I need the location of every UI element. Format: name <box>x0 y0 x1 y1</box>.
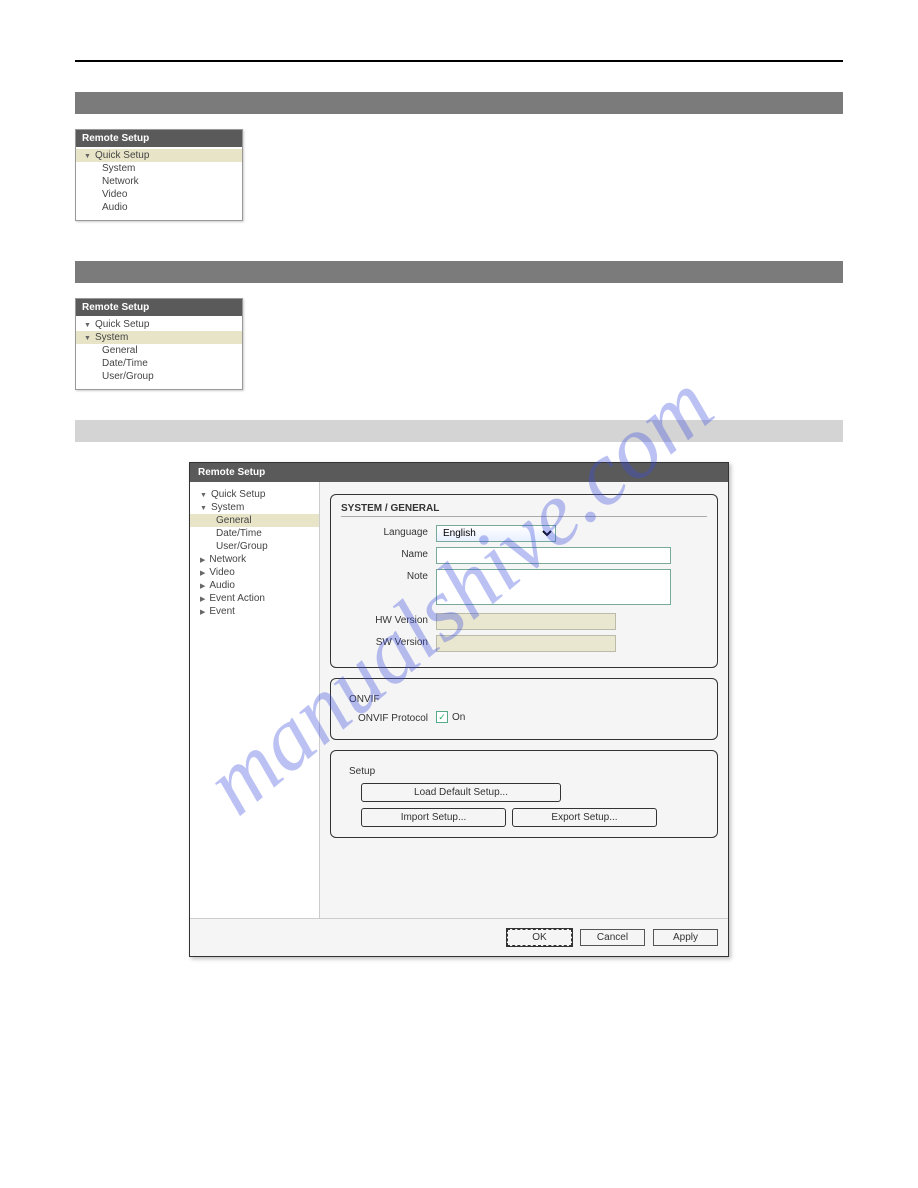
setup-fieldset: Setup Load Default Setup... Import Setup… <box>330 750 718 838</box>
label: Network <box>209 554 246 565</box>
dialog-footer: OK Cancel Apply <box>190 918 728 956</box>
tree-root-quick-setup[interactable]: Quick Setup <box>76 149 242 162</box>
note-textarea[interactable] <box>436 569 671 605</box>
dialog-header: Remote Setup <box>190 463 728 482</box>
label-name: Name <box>341 547 436 560</box>
sw-version-field <box>436 635 616 652</box>
sidebar-video[interactable]: Video <box>190 566 319 579</box>
section-bar-3 <box>75 420 843 442</box>
general-fieldset: SYSTEM / GENERAL Language English Name N… <box>330 494 718 668</box>
import-setup-button[interactable]: Import Setup... <box>361 808 506 827</box>
tree-item-general[interactable]: General <box>76 344 242 357</box>
ok-button[interactable]: OK <box>507 929 572 946</box>
sidebar-system[interactable]: System <box>190 501 319 514</box>
tree-item-system[interactable]: System <box>76 162 242 175</box>
sidebar-audio[interactable]: Audio <box>190 579 319 592</box>
tree-root-label: Quick Setup <box>95 150 149 161</box>
tree-system[interactable]: System <box>76 331 242 344</box>
load-default-setup-button[interactable]: Load Default Setup... <box>361 783 561 802</box>
tree-item-audio[interactable]: Audio <box>76 201 242 214</box>
fieldset-title: SYSTEM / GENERAL <box>341 503 707 517</box>
tree-item-network[interactable]: Network <box>76 175 242 188</box>
panel-header: Remote Setup <box>76 130 242 147</box>
onvif-fieldset: ONVIF ONVIF Protocol ✓ On <box>330 678 718 740</box>
label-note: Note <box>341 569 436 582</box>
label-language: Language <box>341 525 436 538</box>
label-hw: HW Version <box>341 613 436 626</box>
sidebar-usergroup[interactable]: User/Group <box>190 540 319 553</box>
sidebar-datetime[interactable]: Date/Time <box>190 527 319 540</box>
dialog-sidebar: Quick Setup System General Date/Time Use… <box>190 482 320 918</box>
label-onvif-protocol: ONVIF Protocol <box>341 711 436 724</box>
sidebar-quick-setup[interactable]: Quick Setup <box>190 488 319 501</box>
label: Audio <box>209 580 235 591</box>
onvif-checkbox[interactable]: ✓ <box>436 711 448 723</box>
setup-legend: Setup <box>345 766 379 777</box>
sidebar-event-action[interactable]: Event Action <box>190 592 319 605</box>
tree-quick-setup[interactable]: Quick Setup <box>76 318 242 331</box>
label: Video <box>209 567 234 578</box>
label: Event <box>209 606 235 617</box>
hw-version-field <box>436 613 616 630</box>
dialog-main: SYSTEM / GENERAL Language English Name N… <box>320 482 728 918</box>
panel-header-2: Remote Setup <box>76 299 242 316</box>
export-setup-button[interactable]: Export Setup... <box>512 808 657 827</box>
sidebar-general[interactable]: General <box>190 514 319 527</box>
label: Quick Setup <box>211 489 265 500</box>
tree-item-datetime[interactable]: Date/Time <box>76 357 242 370</box>
section-bar-1 <box>75 92 843 114</box>
name-input[interactable] <box>436 547 671 564</box>
onvif-on-label: On <box>452 712 465 723</box>
label-sw: SW Version <box>341 635 436 648</box>
section-bar-2 <box>75 261 843 283</box>
label: System <box>211 502 244 513</box>
panel-system: Remote Setup Quick Setup System General … <box>75 298 243 390</box>
remote-setup-dialog: Remote Setup Quick Setup System General … <box>189 462 729 957</box>
label: Quick Setup <box>95 319 149 330</box>
sidebar-event[interactable]: Event <box>190 605 319 618</box>
tree-item-usergroup[interactable]: User/Group <box>76 370 242 383</box>
apply-button[interactable]: Apply <box>653 929 718 946</box>
panel-quick-setup: Remote Setup Quick Setup System Network … <box>75 129 243 221</box>
cancel-button[interactable]: Cancel <box>580 929 645 946</box>
language-select[interactable]: English <box>436 525 556 542</box>
sidebar-network[interactable]: Network <box>190 553 319 566</box>
label: Event Action <box>209 593 265 604</box>
tree-item-video[interactable]: Video <box>76 188 242 201</box>
label: System <box>95 332 128 343</box>
onvif-legend: ONVIF <box>345 694 384 705</box>
